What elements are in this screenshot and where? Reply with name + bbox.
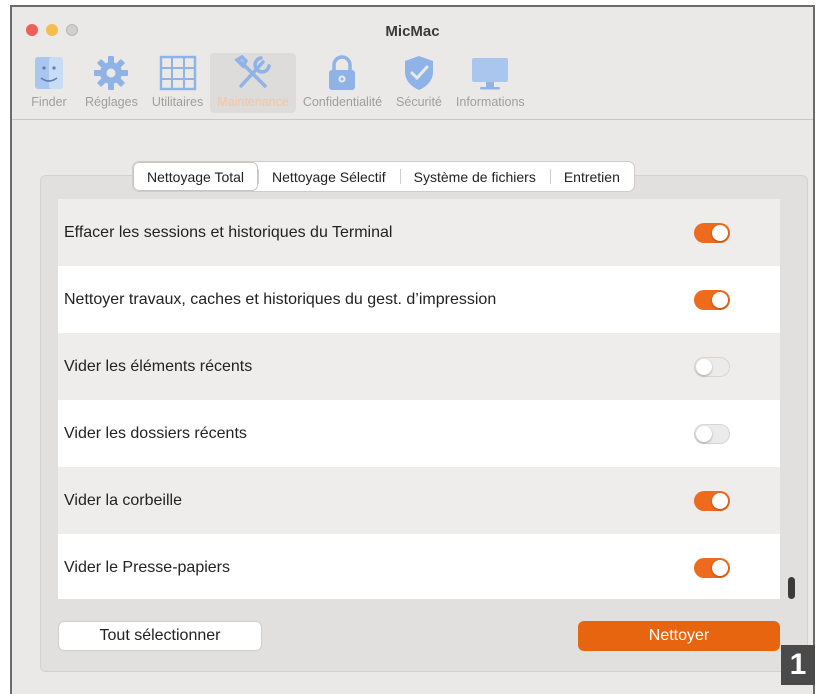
option-label: Effacer les sessions et historiques du T…: [64, 223, 393, 241]
option-label: Vider les dossiers récents: [64, 424, 247, 442]
select-all-button[interactable]: Tout sélectionner: [58, 621, 262, 651]
finder-icon: [27, 53, 71, 93]
toolbar-item-securite[interactable]: Sécurité: [389, 53, 449, 113]
toggle-knob: [712, 224, 728, 241]
toolbar-label: Maintenance: [217, 95, 289, 109]
toolbar-label: Sécurité: [396, 95, 442, 109]
list-item: Effacer les sessions et historiques du T…: [58, 199, 780, 266]
toolbar-item-utilitaires[interactable]: Utilitaires: [145, 53, 210, 113]
figure-number-badge: 1: [781, 645, 815, 685]
toolbar-item-finder[interactable]: Finder: [20, 53, 78, 113]
grid-icon: [156, 53, 200, 93]
toolbar-item-reglages[interactable]: Réglages: [78, 53, 145, 113]
window-title: MicMac: [385, 23, 440, 40]
toolbar-label: Confidentialité: [302, 95, 383, 109]
option-label: Vider les éléments récents: [64, 357, 253, 375]
toggle-knob: [712, 291, 728, 308]
toolbar: Finder Réglages Utilitaires Maintenance: [20, 53, 532, 113]
list-item: Vider les éléments récents: [58, 333, 780, 400]
toggle-knob: [712, 559, 728, 576]
clean-button[interactable]: Nettoyer: [578, 621, 780, 651]
app-window: MicMac Finder Réglages Utilitaires Maint…: [10, 5, 815, 694]
option-toggle[interactable]: [694, 423, 730, 444]
list-item: Nettoyer travaux, caches et historiques …: [58, 266, 780, 333]
toolbar-item-confidentialite[interactable]: Confidentialité: [296, 53, 389, 113]
tab-entretien[interactable]: Entretien: [549, 162, 634, 191]
toggle-knob: [696, 425, 712, 442]
toolbar-item-maintenance[interactable]: Maintenance: [210, 53, 296, 113]
toggle-knob: [712, 492, 728, 509]
option-label: Nettoyer travaux, caches et historiques …: [64, 290, 497, 308]
tools-icon: [231, 53, 275, 93]
toolbar-label: Utilitaires: [151, 95, 204, 109]
toolbar-item-informations[interactable]: Informations: [449, 53, 532, 113]
lock-icon: [320, 53, 364, 93]
tab-nettoyage-selectif[interactable]: Nettoyage Sélectif: [258, 162, 400, 191]
scrollbar-thumb[interactable]: [788, 577, 795, 599]
option-label: Vider la corbeille: [64, 491, 182, 509]
shield-icon: [397, 53, 441, 93]
list-item: Vider les dossiers récents: [58, 400, 780, 467]
toolbar-label: Réglages: [85, 95, 138, 109]
list-item: Vider le Presse-papiers: [58, 534, 780, 599]
gear-icon: [89, 53, 133, 93]
tab-systeme-de-fichiers[interactable]: Système de fichiers: [399, 162, 550, 191]
option-label: Vider le Presse-papiers: [64, 558, 231, 576]
title-bar: MicMac Finder Réglages Utilitaires Maint…: [12, 7, 813, 120]
segmented-tabs: Nettoyage Total Nettoyage Sélectif Systè…: [132, 161, 635, 192]
options-list: Effacer les sessions et historiques du T…: [58, 199, 780, 599]
option-toggle[interactable]: [694, 289, 730, 310]
option-toggle[interactable]: [694, 222, 730, 243]
tab-nettoyage-total[interactable]: Nettoyage Total: [133, 162, 259, 191]
option-toggle[interactable]: [694, 356, 730, 377]
toggle-knob: [696, 358, 712, 375]
option-toggle[interactable]: [694, 490, 730, 511]
option-toggle[interactable]: [694, 557, 730, 578]
monitor-icon: [468, 53, 512, 93]
list-scrollbar[interactable]: [780, 199, 806, 599]
toolbar-label: Finder: [31, 95, 67, 109]
list-item: Vider la corbeille: [58, 467, 780, 534]
toolbar-label: Informations: [455, 95, 525, 109]
